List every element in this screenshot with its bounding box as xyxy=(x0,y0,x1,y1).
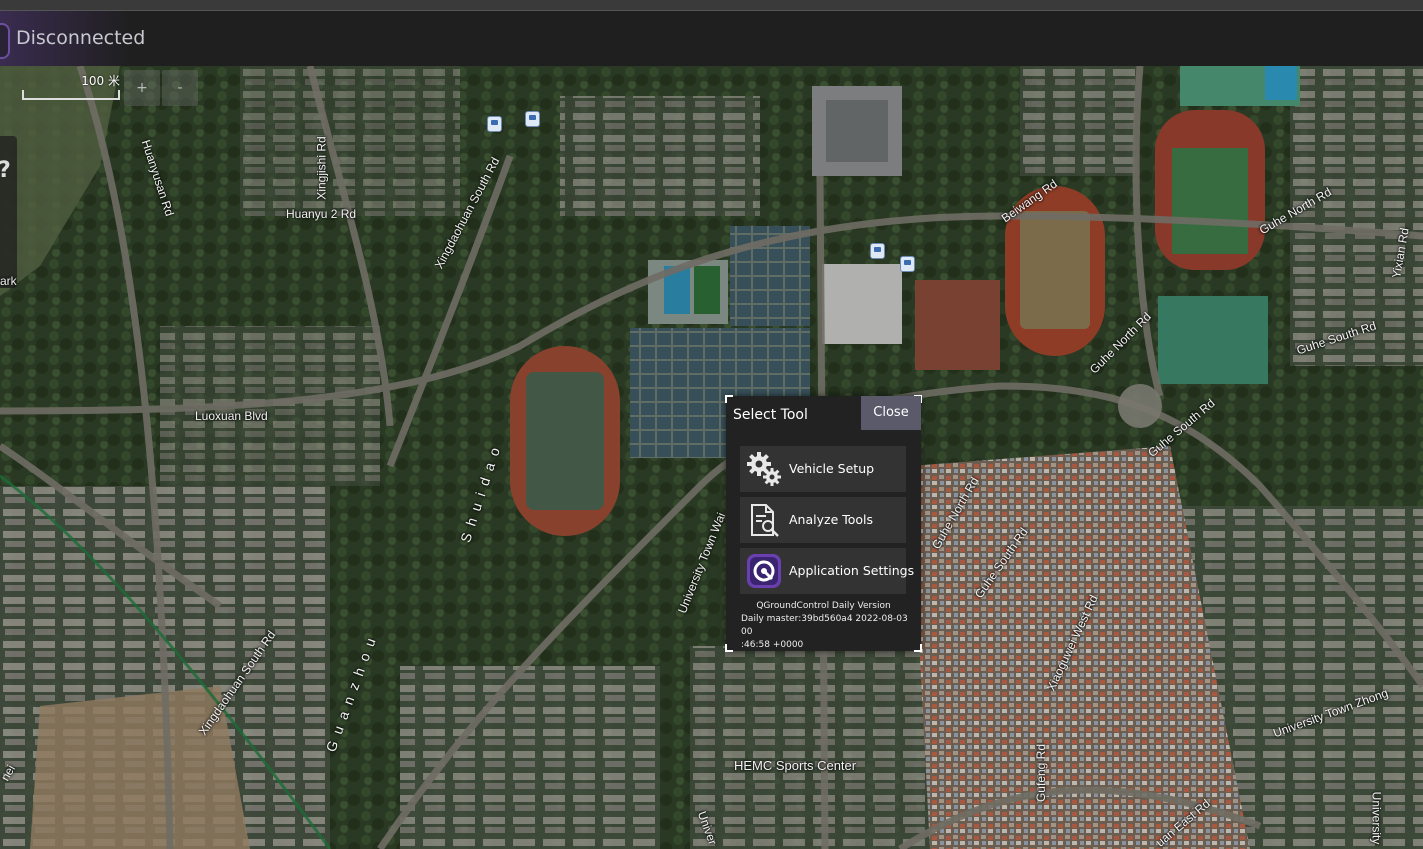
qgc-app-icon[interactable] xyxy=(0,23,10,59)
tool-label: Vehicle Setup xyxy=(789,461,875,476)
document-search-icon xyxy=(746,502,782,538)
window-titlebar xyxy=(0,0,1423,11)
main-toolbar: Disconnected xyxy=(0,11,1423,66)
qgc-logo-icon xyxy=(746,553,782,589)
bus-stop-icon xyxy=(487,116,502,132)
version-line: :46:58 +0000 xyxy=(741,640,804,650)
version-info: QGroundControl Daily Version Daily maste… xyxy=(726,600,921,652)
help-icon[interactable]: ? xyxy=(0,158,11,183)
close-button[interactable]: Close xyxy=(861,396,921,430)
satellite-map[interactable]: 100 米 + - ? Huanyusan Rd Xingjishi Rd Hu… xyxy=(0,66,1423,849)
map-scale-label: 100 米 xyxy=(81,74,120,88)
zoom-out-button[interactable]: - xyxy=(162,70,198,106)
road-label: University xyxy=(1369,791,1384,845)
map-scale-bar xyxy=(22,90,120,100)
poi-label: HEMC Sports Center xyxy=(734,758,857,773)
map-tool-strip[interactable]: ? xyxy=(0,136,17,288)
vehicle-setup-button[interactable]: Vehicle Setup xyxy=(740,446,906,492)
road-label: Gufeng Rd xyxy=(1034,743,1049,803)
version-line: Daily master:39bd560a4 2022-08-03 00 xyxy=(741,614,908,637)
version-line: QGroundControl Daily Version xyxy=(756,601,891,611)
connection-status: Disconnected xyxy=(16,27,146,49)
road-label: ark xyxy=(0,274,17,288)
map-scale: 100 米 xyxy=(22,72,120,100)
analyze-tools-button[interactable]: Analyze Tools xyxy=(740,497,906,543)
bus-stop-icon xyxy=(900,256,915,272)
gears-icon xyxy=(746,451,782,487)
dialog-corner xyxy=(725,395,733,403)
application-settings-button[interactable]: Application Settings xyxy=(740,548,914,594)
road-label: Huanyu 2 Rd xyxy=(286,207,357,221)
bus-stop-icon xyxy=(525,111,540,127)
road-label: Xingjishi Rd xyxy=(314,136,329,200)
select-tool-dialog: Select Tool Close Vehicle Setup Analyze … xyxy=(725,395,922,652)
dialog-title: Select Tool xyxy=(733,407,808,423)
bus-stop-icon xyxy=(870,243,885,259)
tool-label: Analyze Tools xyxy=(789,512,874,527)
map-imagery xyxy=(0,66,1423,849)
tool-label: Application Settings xyxy=(789,563,915,578)
road-label: Luoxuan Blvd xyxy=(195,409,268,423)
zoom-in-button[interactable]: + xyxy=(124,70,160,106)
